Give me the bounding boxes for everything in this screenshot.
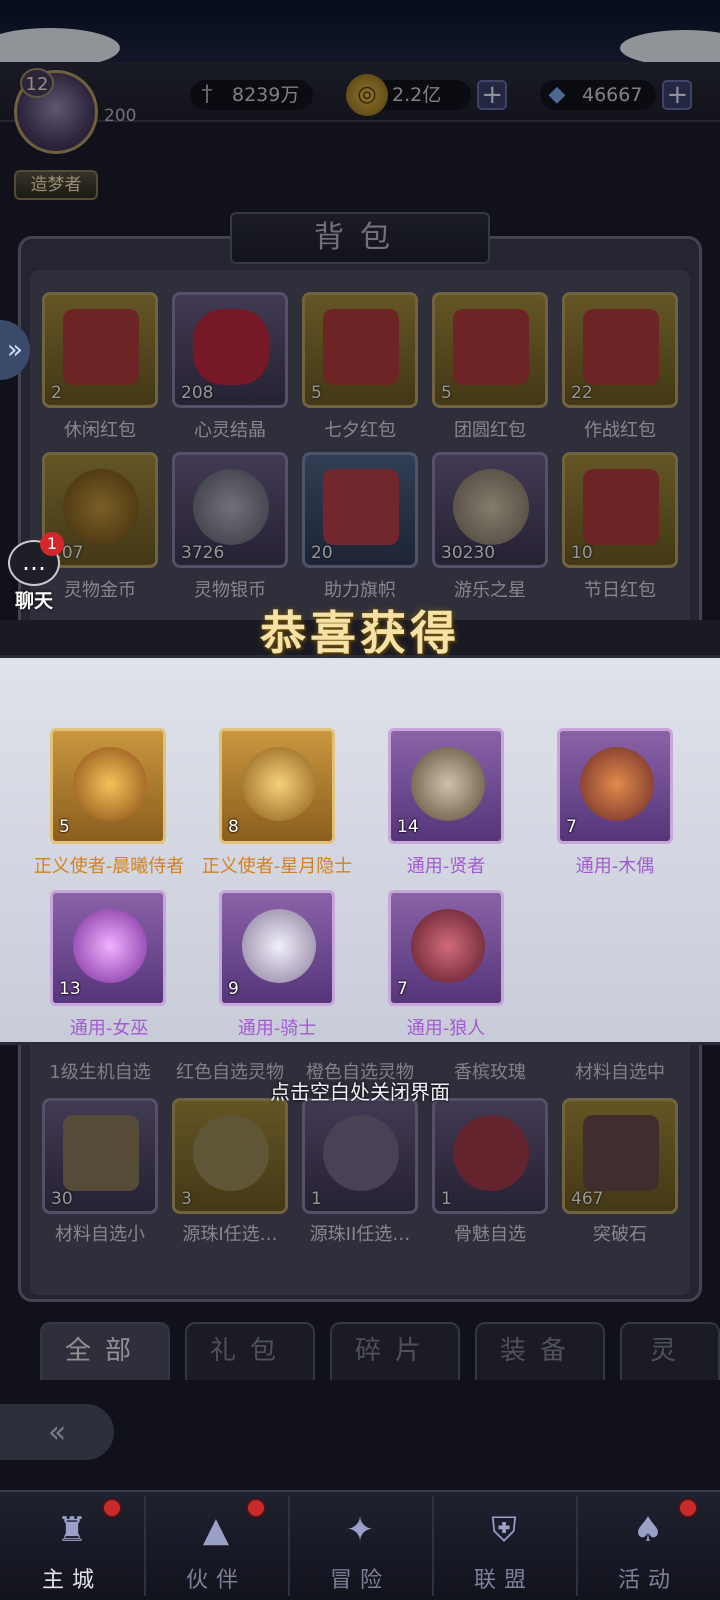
castle-icon: ♜ xyxy=(56,1510,88,1550)
chat-unread-badge: 1 xyxy=(40,532,64,556)
nav-main-city[interactable]: ♜ 主城 xyxy=(0,1490,144,1600)
chat-label: 聊天 xyxy=(14,590,53,612)
crescent-moon-icon xyxy=(242,747,316,821)
reward-item[interactable]: 7 xyxy=(557,728,673,844)
reward-label: 通用-骑士 xyxy=(237,1018,317,1039)
reward-label: 正义使者-晨曦侍者 xyxy=(33,856,185,877)
double-chevron-right-icon: » xyxy=(7,335,23,365)
puppet-icon xyxy=(580,747,654,821)
reward-label: 通用-贤者 xyxy=(406,856,486,877)
reward-popup-title: 恭喜获得 xyxy=(260,606,460,660)
close-hint: 点击空白处关闭界面 xyxy=(270,1080,450,1104)
reward-label: 通用-狼人 xyxy=(406,1018,486,1039)
golden-mask-icon xyxy=(73,747,147,821)
chat-button[interactable]: … 1 聊天 xyxy=(4,532,64,616)
reward-item[interactable]: 14 xyxy=(388,728,504,844)
reward-item[interactable]: 13 xyxy=(50,890,166,1006)
nav-alliance[interactable]: ⛨ 联盟 xyxy=(432,1490,576,1600)
notification-dot xyxy=(678,1498,698,1518)
notification-dot xyxy=(102,1498,122,1518)
crystal-ball-icon xyxy=(73,909,147,983)
compass-icon: ✦ xyxy=(345,1510,375,1550)
wolf-head-icon xyxy=(411,909,485,983)
notification-dot xyxy=(246,1498,266,1518)
cards-icon: ♠ xyxy=(632,1510,664,1550)
shield-icon: ⛨ xyxy=(491,1510,517,1550)
reward-item[interactable]: 7 xyxy=(388,890,504,1006)
winged-crest-icon xyxy=(242,909,316,983)
reward-item[interactable]: 9 xyxy=(219,890,335,1006)
nav-adventure[interactable]: ✦ 冒险 xyxy=(288,1490,432,1600)
nav-partners[interactable]: ▲ 伙伴 xyxy=(144,1490,288,1600)
sage-helmet-icon xyxy=(411,747,485,821)
reward-item[interactable]: 8 xyxy=(219,728,335,844)
reward-item[interactable]: 5 xyxy=(50,728,166,844)
witch-hat-icon: ▲ xyxy=(202,1510,230,1550)
nav-events[interactable]: ♠ 活动 xyxy=(576,1490,720,1600)
reward-label: 通用-木偶 xyxy=(575,856,655,877)
reward-label: 通用-女巫 xyxy=(69,1018,149,1039)
reward-label: 正义使者-星月隐士 xyxy=(201,856,353,877)
